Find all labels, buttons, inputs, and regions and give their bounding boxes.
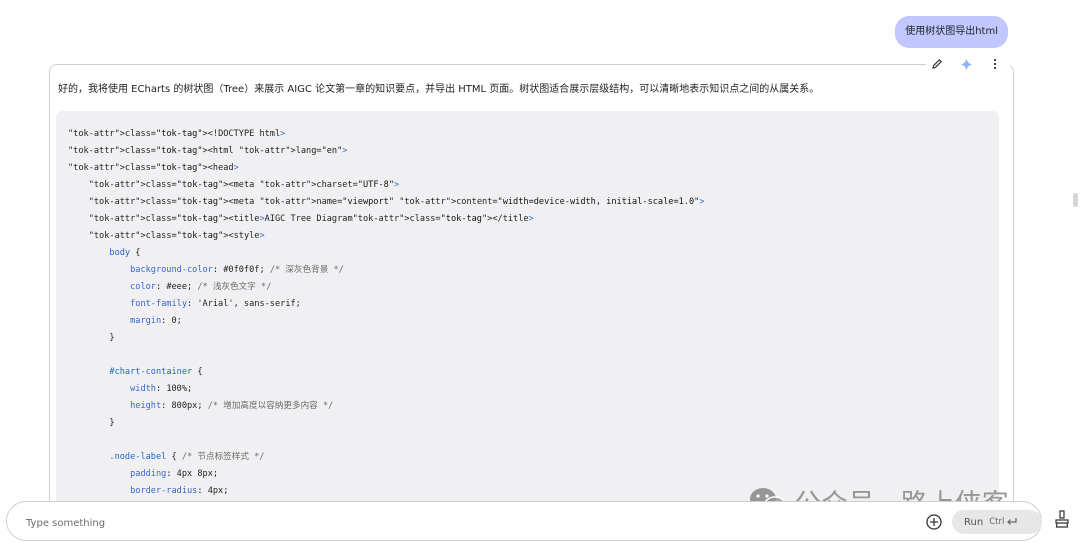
code-line: "tok-attr">class="tok-tag"><meta "tok-at… (88, 197, 705, 207)
run-shortcut: Ctrl (989, 517, 1018, 527)
response-text: 好的，我将使用 ECharts 的树状图（Tree）来展示 AIGC 论文第一章… (58, 84, 820, 95)
enter-key-icon (1007, 518, 1017, 525)
code-line: "tok-attr">class="tok-tag"><html "tok-at… (68, 146, 348, 156)
prompt-input[interactable] (24, 514, 908, 532)
code-line: padding: 4px 8px; (130, 469, 219, 479)
code-line: "tok-attr">class="tok-tag"><title>AIGC T… (88, 214, 534, 224)
code-line: "tok-attr">class="tok-tag"><head> (68, 163, 239, 173)
code-block: "tok-attr">class="tok-tag"><!DOCTYPE htm… (56, 111, 999, 523)
code-line: font-family: 'Arial', sans-serif; (130, 299, 301, 309)
response-toolbar (926, 56, 1010, 72)
broom-icon[interactable] (1052, 509, 1072, 529)
sparkle-icon[interactable] (959, 57, 973, 71)
code-line: "tok-attr">class="tok-tag"><style> (88, 231, 265, 241)
chat-page: 使用树状图导出html 好的，我将使用 ECharts 的树状图（Tree）来展… (0, 0, 1080, 544)
more-vert-icon[interactable] (988, 57, 1002, 71)
run-shortcut-label: Ctrl (989, 517, 1005, 527)
page-scrollbar[interactable] (1073, 193, 1078, 207)
code-line: margin: 0; (130, 316, 182, 326)
code-line: .node-label { /* 节点标签样式 */ (109, 452, 265, 462)
run-label: Run (964, 516, 984, 528)
add-icon[interactable] (925, 513, 943, 531)
code-line: #chart-container { (109, 367, 203, 377)
pencil-icon[interactable] (930, 57, 944, 71)
prompt-bar: Run Ctrl (6, 501, 1042, 541)
response-card: 好的，我将使用 ECharts 的树状图（Tree）来展示 AIGC 论文第一章… (49, 64, 1014, 524)
code-line: width: 100%; (130, 384, 193, 394)
code-line: height: 800px; /* 增加高度以容纳更多内容 */ (130, 401, 334, 411)
code-line: background-color: #0f0f0f; /* 深灰色背景 */ (130, 265, 344, 275)
run-button[interactable]: Run Ctrl (952, 510, 1042, 534)
code-line: } (68, 333, 115, 343)
code-line: "tok-attr">class="tok-tag"><meta "tok-at… (88, 180, 400, 190)
code-line: body { (109, 248, 141, 258)
user-message-bubble: 使用树状图导出html (895, 16, 1008, 48)
code-line: } (68, 418, 115, 428)
code-line: "tok-attr">class="tok-tag"><!DOCTYPE htm… (68, 129, 286, 139)
code-line: color: #eee; /* 浅灰色文字 */ (130, 282, 272, 292)
